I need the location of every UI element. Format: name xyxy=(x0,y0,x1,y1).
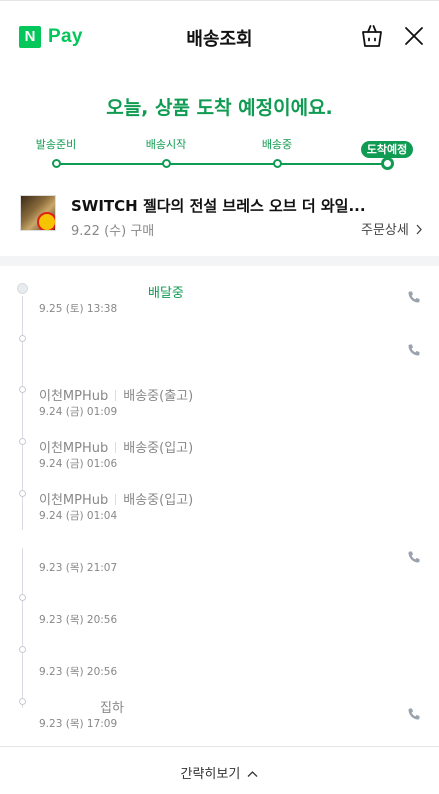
event-status: 배달중 xyxy=(148,286,184,301)
step-label: 배송중 xyxy=(261,138,293,151)
step-label: 도착예정 xyxy=(360,141,414,158)
chevron-right-icon xyxy=(416,224,422,235)
phone-icon[interactable] xyxy=(407,342,421,356)
product-thumbnail xyxy=(20,195,56,231)
event-status-row: 이천MPHub 배송중(입고) xyxy=(39,489,193,508)
step-label: 배송시작 xyxy=(145,138,187,151)
event-status: 집하 xyxy=(100,701,124,716)
timeline-dot xyxy=(17,283,28,294)
event-time: 9.24 (금) 01:06 xyxy=(39,458,118,470)
timeline-dot xyxy=(19,490,26,497)
step-dot xyxy=(162,159,171,168)
event-time: 9.24 (금) 01:09 xyxy=(39,406,118,418)
timeline-dot xyxy=(19,646,26,653)
event-status: 배송중(출고) xyxy=(123,389,194,404)
product-summary: SWITCH 젤다의 전설 브레스 오브 더 와일... 9.22 (수) 구매… xyxy=(0,190,439,246)
event-location: 이천MPHub xyxy=(39,441,109,456)
collapse-label: 간략히보기 xyxy=(180,767,241,782)
event-time: 9.23 (목) 21:07 xyxy=(39,562,118,574)
event-status: 배송중(입고) xyxy=(123,493,194,508)
separator xyxy=(115,390,117,401)
separator xyxy=(115,442,117,453)
event-time: 9.23 (목) 20:56 xyxy=(39,666,118,678)
event-status: 배송중(입고) xyxy=(123,441,194,456)
timeline-dot xyxy=(19,698,26,705)
event-status-row: 이천MPHub 배송중(출고) xyxy=(39,385,193,404)
close-icon[interactable] xyxy=(403,25,425,47)
progress-step-start: 배송시작 xyxy=(126,138,206,168)
phone-icon[interactable] xyxy=(407,706,421,720)
step-dot xyxy=(381,157,394,170)
timeline-dot xyxy=(19,386,26,393)
purchase-date: 9.22 (수) 구매 xyxy=(71,224,155,239)
step-label: 발송준비 xyxy=(35,138,77,151)
phone-icon[interactable] xyxy=(407,549,421,563)
shopping-bag-icon[interactable] xyxy=(359,23,385,49)
order-detail-link[interactable]: 주문상세 xyxy=(361,219,423,238)
header: N Pay 배송조회 xyxy=(0,0,439,70)
timeline-dot xyxy=(19,335,26,342)
thumbnail-badge xyxy=(37,212,55,230)
collapse-button[interactable]: 간략히보기 xyxy=(181,763,259,782)
timeline-dot xyxy=(19,594,26,601)
progress-step-arrival: 도착예정 xyxy=(347,138,427,170)
tracking-timeline: 배달중 9.25 (토) 13:38 이천MPHub 배송중(출고) 9.24 (… xyxy=(0,266,439,746)
product-name[interactable]: SWITCH 젤다의 전설 브레스 오브 더 와일... xyxy=(71,195,371,216)
event-time: 9.23 (목) 20:56 xyxy=(39,614,118,626)
step-dot xyxy=(273,159,282,168)
progress-step-ready: 발송준비 xyxy=(16,138,96,168)
phone-icon[interactable] xyxy=(407,289,421,303)
progress-step-shipping: 배송중 xyxy=(237,138,317,168)
delivery-progress: 발송준비 배송시작 배송중 도착예정 xyxy=(0,138,439,178)
timeline-dot xyxy=(19,438,26,445)
event-time: 9.23 (목) 17:09 xyxy=(39,718,118,730)
separator xyxy=(115,494,117,505)
step-dot xyxy=(52,159,61,168)
event-location: 이천MPHub xyxy=(39,493,109,508)
delivery-headline: 오늘, 상품 도착 예정이에요. xyxy=(106,97,333,119)
section-divider xyxy=(0,256,439,266)
event-status-row: 이천MPHub 배송중(입고) xyxy=(39,437,193,456)
order-detail-label: 주문상세 xyxy=(361,223,409,238)
timeline-line xyxy=(22,548,23,708)
event-time: 9.24 (금) 01:04 xyxy=(39,510,118,522)
event-time: 9.25 (토) 13:38 xyxy=(39,303,118,315)
progress-line xyxy=(56,163,388,165)
footer: 간략히보기 xyxy=(0,746,439,794)
chevron-up-icon xyxy=(248,771,258,777)
event-location: 이천MPHub xyxy=(39,389,109,404)
